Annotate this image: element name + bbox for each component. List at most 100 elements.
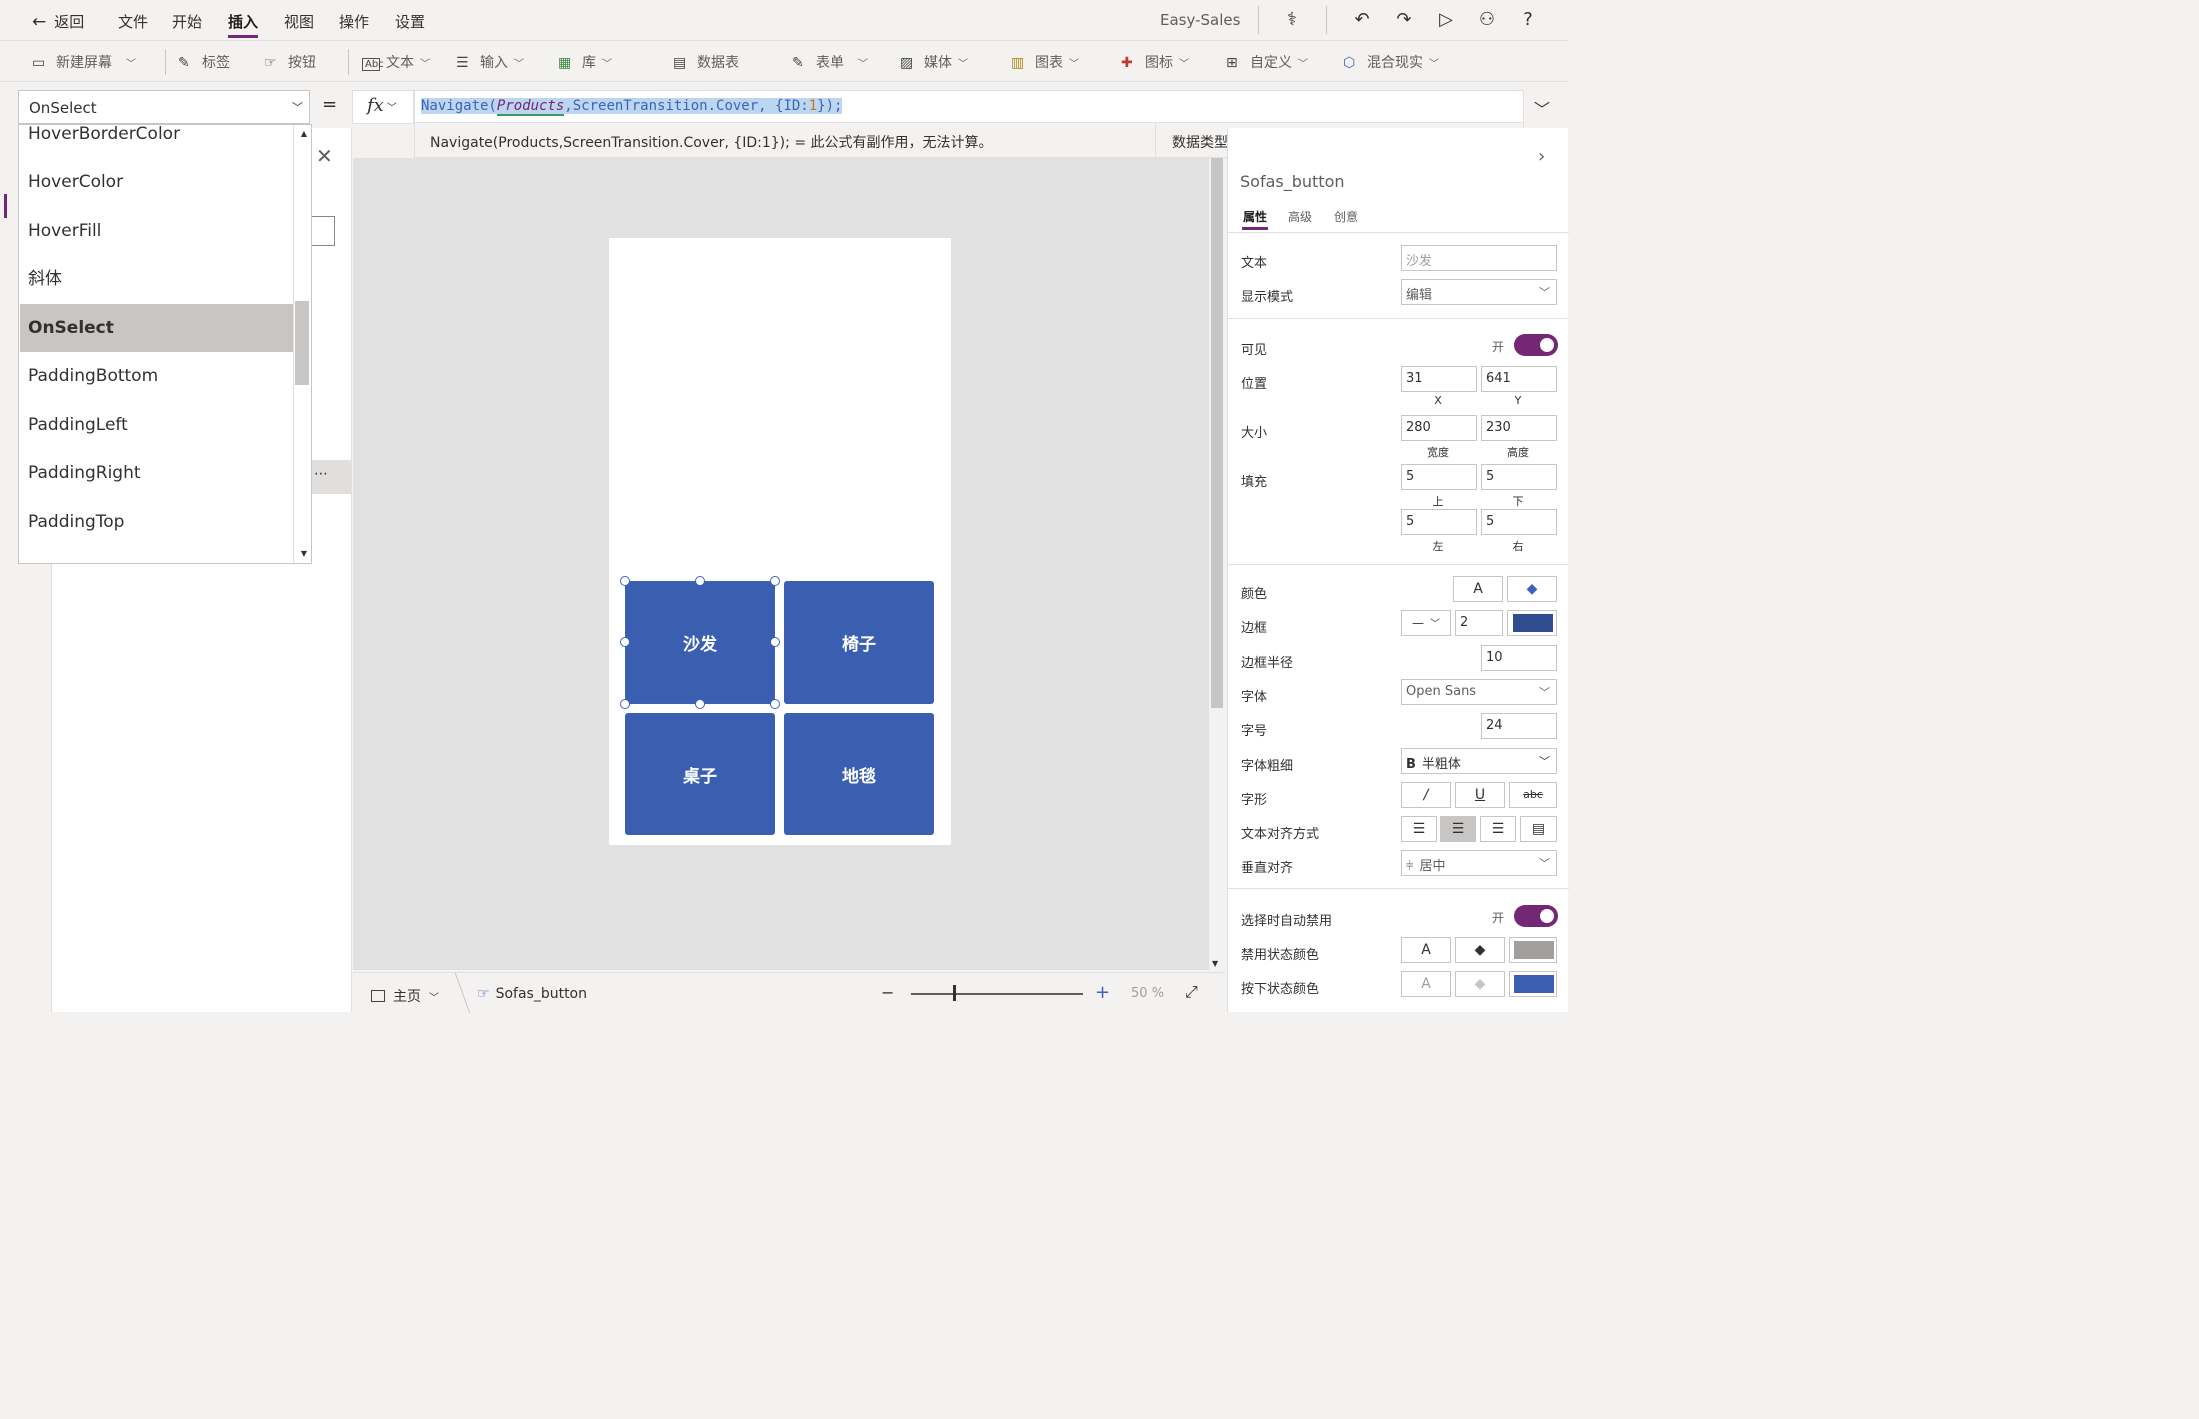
resize-handle[interactable] (620, 637, 630, 647)
undo-icon[interactable]: ↶ (1350, 8, 1374, 32)
align-justify-button[interactable]: ▤ (1520, 816, 1557, 842)
width-input[interactable]: 280 (1401, 415, 1477, 441)
strikethrough-button[interactable]: abc (1509, 782, 1557, 808)
menu-settings[interactable]: 设置 (395, 11, 425, 32)
border-style-select[interactable]: — ﹀ (1401, 610, 1451, 636)
tables-button[interactable]: 桌子 (625, 713, 775, 835)
resize-handle[interactable] (770, 699, 780, 709)
fit-to-window-icon[interactable]: ⤢ (1185, 982, 1198, 1002)
visible-toggle[interactable] (1514, 334, 1558, 356)
height-input[interactable]: 230 (1481, 415, 1557, 441)
padding-left-input[interactable]: 5 (1401, 509, 1477, 535)
share-user-icon[interactable]: ⚇ (1475, 8, 1499, 32)
resize-handle[interactable] (770, 576, 780, 586)
property-selector[interactable]: OnSelect ﹀ (18, 90, 310, 124)
resize-handle[interactable] (695, 576, 705, 586)
dropdown-item[interactable]: PaddingTop (20, 498, 294, 546)
disabled-text-color-button[interactable]: A (1401, 937, 1451, 963)
dropdown-item-selected[interactable]: OnSelect (20, 304, 294, 352)
formula-input[interactable]: Navigate(Products,ScreenTransition.Cover… (414, 90, 1524, 124)
button-button[interactable]: ☞ 按钮 (264, 52, 316, 72)
custom-button[interactable]: ⊞ 自定义 ﹀ (1226, 52, 1308, 72)
text-input[interactable]: 沙发 (1401, 245, 1557, 271)
align-left-button[interactable]: ☰ (1401, 816, 1437, 842)
scroll-thumb[interactable] (1211, 158, 1223, 708)
display-mode-select[interactable]: 编辑 ﹀ (1401, 279, 1557, 305)
menu-file[interactable]: 文件 (118, 11, 148, 32)
scroll-thumb[interactable] (295, 301, 309, 385)
mixed-reality-button[interactable]: ⬡ 混合现实 ﹀ (1343, 52, 1439, 72)
x-input[interactable]: 31 (1401, 366, 1477, 392)
text-button[interactable]: Abc 文本 ﹀ (362, 52, 430, 72)
zoom-out-icon[interactable]: − (881, 983, 894, 1002)
dropdown-scrollbar[interactable]: ▲ ▼ (293, 125, 311, 563)
font-weight-select[interactable]: B 半粗体 ﹀ (1401, 748, 1557, 774)
align-center-button[interactable]: ☰ (1440, 816, 1476, 842)
padding-bottom-input[interactable]: 5 (1481, 464, 1557, 490)
resize-handle[interactable] (620, 576, 630, 586)
italic-button[interactable]: / (1401, 782, 1451, 808)
zoom-in-icon[interactable]: + (1095, 982, 1110, 1003)
border-color-button[interactable] (1507, 610, 1557, 636)
tab-creative[interactable]: 创意 (1334, 208, 1358, 225)
scroll-down-icon[interactable]: ▼ (301, 549, 307, 558)
padding-top-input[interactable]: 5 (1401, 464, 1477, 490)
disabled-border-color-button[interactable] (1509, 937, 1557, 963)
icons-button[interactable]: ✚ 图标 ﹀ (1121, 52, 1189, 72)
resize-handle[interactable] (695, 699, 705, 709)
screen-selector[interactable]: 主页 ﹀ (371, 986, 439, 1006)
tab-properties[interactable]: 属性 (1243, 208, 1267, 225)
rugs-button[interactable]: 地毯 (784, 713, 934, 835)
zoom-slider[interactable] (911, 993, 1083, 995)
vertical-align-select[interactable]: ⫩ 居中 ﹀ (1401, 850, 1557, 876)
close-icon[interactable]: ✕ (316, 144, 333, 168)
dropdown-item[interactable]: PaddingBottom (20, 352, 294, 400)
underline-button[interactable]: U (1455, 782, 1505, 808)
dropdown-item[interactable]: HoverBorderColor (20, 125, 294, 158)
menu-insert[interactable]: 插入 (228, 11, 259, 38)
media-button[interactable]: ▨ 媒体 ﹀ (900, 52, 968, 72)
input-button[interactable]: ☰ 输入 ﹀ (456, 52, 524, 72)
resize-handle[interactable] (770, 637, 780, 647)
back-button[interactable]: ← 返回 (32, 11, 84, 32)
y-input[interactable]: 641 (1481, 366, 1557, 392)
zoom-slider-thumb[interactable] (953, 985, 956, 1001)
menu-action[interactable]: 操作 (339, 11, 369, 32)
chevron-right-icon[interactable]: › (1538, 146, 1545, 167)
pressed-fill-button[interactable]: ◆ (1455, 971, 1505, 997)
tree-search-box[interactable] (312, 216, 335, 246)
dropdown-item[interactable]: PaddingRight (20, 449, 294, 497)
dropdown-item[interactable]: HoverColor (20, 158, 294, 206)
disabled-fill-button[interactable]: ◆ (1455, 937, 1505, 963)
padding-right-input[interactable]: 5 (1481, 509, 1557, 535)
fx-button[interactable]: fx ﹀ (352, 90, 414, 124)
redo-icon[interactable]: ↷ (1392, 8, 1416, 32)
canvas-scrollbar[interactable]: ▼ (1209, 158, 1225, 970)
border-radius-input[interactable]: 10 (1481, 645, 1557, 671)
chairs-button[interactable]: 椅子 (784, 581, 934, 704)
play-icon[interactable]: ▷ (1434, 8, 1458, 32)
forms-button[interactable]: ✎ 表单 ﹀ (792, 52, 868, 72)
charts-button[interactable]: ▥ 图表 ﹀ (1011, 52, 1079, 72)
tab-advanced[interactable]: 高级 (1288, 208, 1312, 225)
font-size-input[interactable]: 24 (1481, 713, 1557, 739)
gallery-button[interactable]: ▦ 库 ﹀ (558, 52, 612, 72)
help-icon[interactable]: ? (1516, 8, 1540, 32)
more-options-icon[interactable]: ⋯ (310, 460, 352, 494)
new-screen-button[interactable]: ▭ 新建屏幕 ﹀ (32, 52, 136, 72)
scroll-down-icon[interactable]: ▼ (1212, 959, 1218, 968)
font-select[interactable]: Open Sans ﹀ (1401, 679, 1557, 705)
fill-color-button[interactable]: ◆ (1507, 576, 1557, 602)
menu-view[interactable]: 视图 (284, 11, 314, 32)
pressed-border-color-button[interactable] (1509, 971, 1557, 997)
auto-disable-toggle[interactable] (1514, 905, 1558, 927)
control-breadcrumb[interactable]: ☞ Sofas_button (477, 986, 587, 1002)
border-width-input[interactable]: 2 (1455, 610, 1503, 636)
stethoscope-icon[interactable]: ⚕ (1280, 8, 1304, 32)
pressed-text-color-button[interactable]: A (1401, 971, 1451, 997)
dropdown-item[interactable]: 斜体 (20, 255, 294, 303)
scroll-up-icon[interactable]: ▲ (301, 129, 307, 138)
expand-formula-icon[interactable]: ﹀ (1534, 96, 1550, 120)
menu-home[interactable]: 开始 (172, 11, 202, 32)
resize-handle[interactable] (620, 699, 630, 709)
